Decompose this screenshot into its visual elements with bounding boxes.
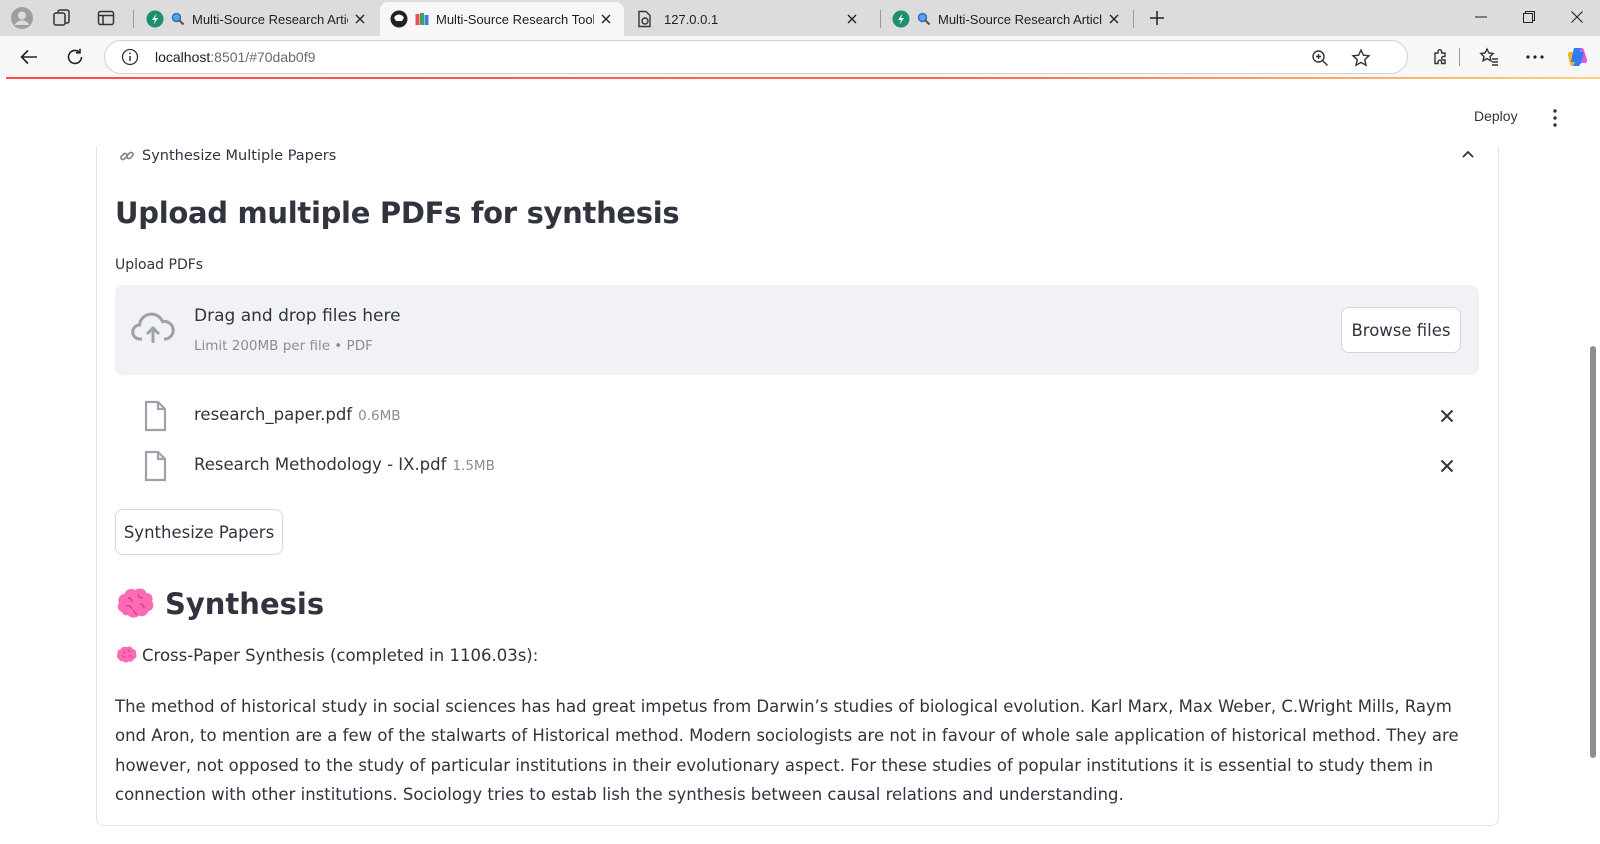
synthesis-subheading-text: Cross-Paper Synthesis (completed in 1106…: [142, 645, 539, 665]
dropzone-title: Drag and drop files here: [194, 306, 401, 326]
file-name: Research Methodology - IX.pdf 1.5MB: [194, 455, 495, 474]
file-dropzone[interactable]: Drag and drop files here Limit 200MB per…: [115, 285, 1479, 375]
cloud-upload-icon: [131, 312, 175, 343]
synthesis-body: The method of historical study in social…: [115, 697, 1459, 804]
remove-file-icon[interactable]: [1435, 404, 1459, 428]
upload-heading: Upload multiple PDFs for synthesis: [115, 196, 680, 230]
file-icon: [144, 400, 167, 432]
reload-icon[interactable]: [60, 42, 90, 72]
tab-close-icon[interactable]: [1102, 7, 1126, 31]
minimize-icon[interactable]: [1458, 0, 1504, 34]
file-size: 1.5MB: [452, 458, 495, 474]
app-favicon-icon: [146, 10, 164, 28]
file-name-text: Research Methodology - IX.pdf: [194, 455, 447, 474]
toolbar-separator: [1459, 48, 1460, 66]
synthesis-heading-text: Synthesis: [165, 587, 325, 621]
url-rest: :8501/#70dab0f9: [210, 49, 316, 65]
tab-title: 127.0.0.1: [664, 11, 719, 27]
browser-tab[interactable]: 127.0.0.1: [626, 2, 870, 36]
deploy-button[interactable]: Deploy: [1474, 108, 1518, 124]
app-favicon-icon: [892, 10, 910, 28]
file-size: 0.6MB: [358, 408, 401, 424]
site-info-icon[interactable]: [121, 48, 139, 66]
tab-title: Multi-Source Research Article: [192, 11, 348, 27]
browser-tab[interactable]: Multi-Source Research Article: [136, 2, 378, 36]
tab-separator: [880, 10, 881, 28]
uploaded-file-row: Research Methodology - IX.pdf 1.5MB: [115, 446, 1479, 486]
browse-files-button[interactable]: Browse files: [1341, 307, 1461, 353]
browser-tab-strip: Multi-Source Research Article Multi-Sour…: [0, 0, 1600, 36]
synthesis-heading: Synthesis: [116, 586, 324, 622]
dropzone-limit: Limit 200MB per file • PDF: [194, 338, 373, 354]
upload-label: Upload PDFs: [115, 257, 204, 273]
browser-toolbar: localhost:8501/#70dab0f9: [0, 36, 1600, 78]
url-host: localhost: [155, 49, 211, 65]
synthesize-papers-button[interactable]: Synthesize Papers: [115, 509, 283, 555]
favorite-star-icon[interactable]: [1350, 47, 1372, 69]
close-window-icon[interactable]: [1554, 0, 1600, 34]
favorites-icon[interactable]: [1474, 42, 1504, 72]
page-loading-bar: [6, 77, 1600, 79]
app-favicon-icon: [390, 10, 408, 28]
remove-file-icon[interactable]: [1435, 454, 1459, 478]
page-scrollbar[interactable]: [1590, 346, 1596, 758]
link-icon: [118, 147, 136, 165]
tab-title: Multi-Source Research Tool: [436, 11, 594, 27]
tab-separator: [133, 10, 134, 28]
main-menu-icon[interactable]: [1543, 106, 1567, 130]
address-bar[interactable]: localhost:8501/#70dab0f9: [104, 40, 1408, 74]
books-favicon-icon: [414, 11, 430, 27]
expander-header[interactable]: Synthesize Multiple Papers: [118, 146, 336, 166]
file-icon: [144, 450, 167, 482]
tab-close-icon[interactable]: [594, 7, 618, 31]
workspaces-icon[interactable]: [48, 4, 76, 32]
profile-icon[interactable]: [8, 4, 36, 32]
extensions-icon[interactable]: [1426, 42, 1456, 72]
tab-title: Multi-Source Research Article: [938, 11, 1102, 27]
brain-icon: [117, 588, 154, 618]
more-options-icon[interactable]: [1520, 42, 1550, 72]
tab-actions-icon[interactable]: [92, 4, 120, 32]
file-name: research_paper.pdf 0.6MB: [194, 405, 401, 424]
new-tab-icon[interactable]: [1143, 4, 1171, 32]
brain-icon: [116, 646, 137, 663]
uploaded-file-row: research_paper.pdf 0.6MB: [115, 396, 1479, 436]
file-name-text: research_paper.pdf: [194, 405, 353, 424]
browser-tab[interactable]: Multi-Source Research Article: [882, 2, 1132, 36]
browser-tab-active[interactable]: Multi-Source Research Tool: [380, 2, 624, 36]
tab-close-icon[interactable]: [348, 7, 372, 31]
url-text: localhost:8501/#70dab0f9: [155, 49, 315, 65]
restore-icon[interactable]: [1506, 0, 1552, 34]
back-arrow-icon[interactable]: [14, 42, 44, 72]
tab-separator: [1133, 10, 1134, 28]
magnifier-favicon-icon: [170, 11, 186, 27]
expander-title: Synthesize Multiple Papers: [142, 148, 337, 164]
zoom-icon[interactable]: [1309, 47, 1331, 69]
tab-close-icon[interactable]: [840, 7, 864, 31]
page-favicon-icon: [636, 10, 654, 28]
synthesis-subheading: Cross-Paper Synthesis (completed in 1106…: [116, 645, 538, 665]
magnifier-favicon-icon: [916, 11, 932, 27]
chevron-up-icon[interactable]: [1458, 144, 1478, 164]
copilot-icon[interactable]: [1564, 42, 1594, 72]
